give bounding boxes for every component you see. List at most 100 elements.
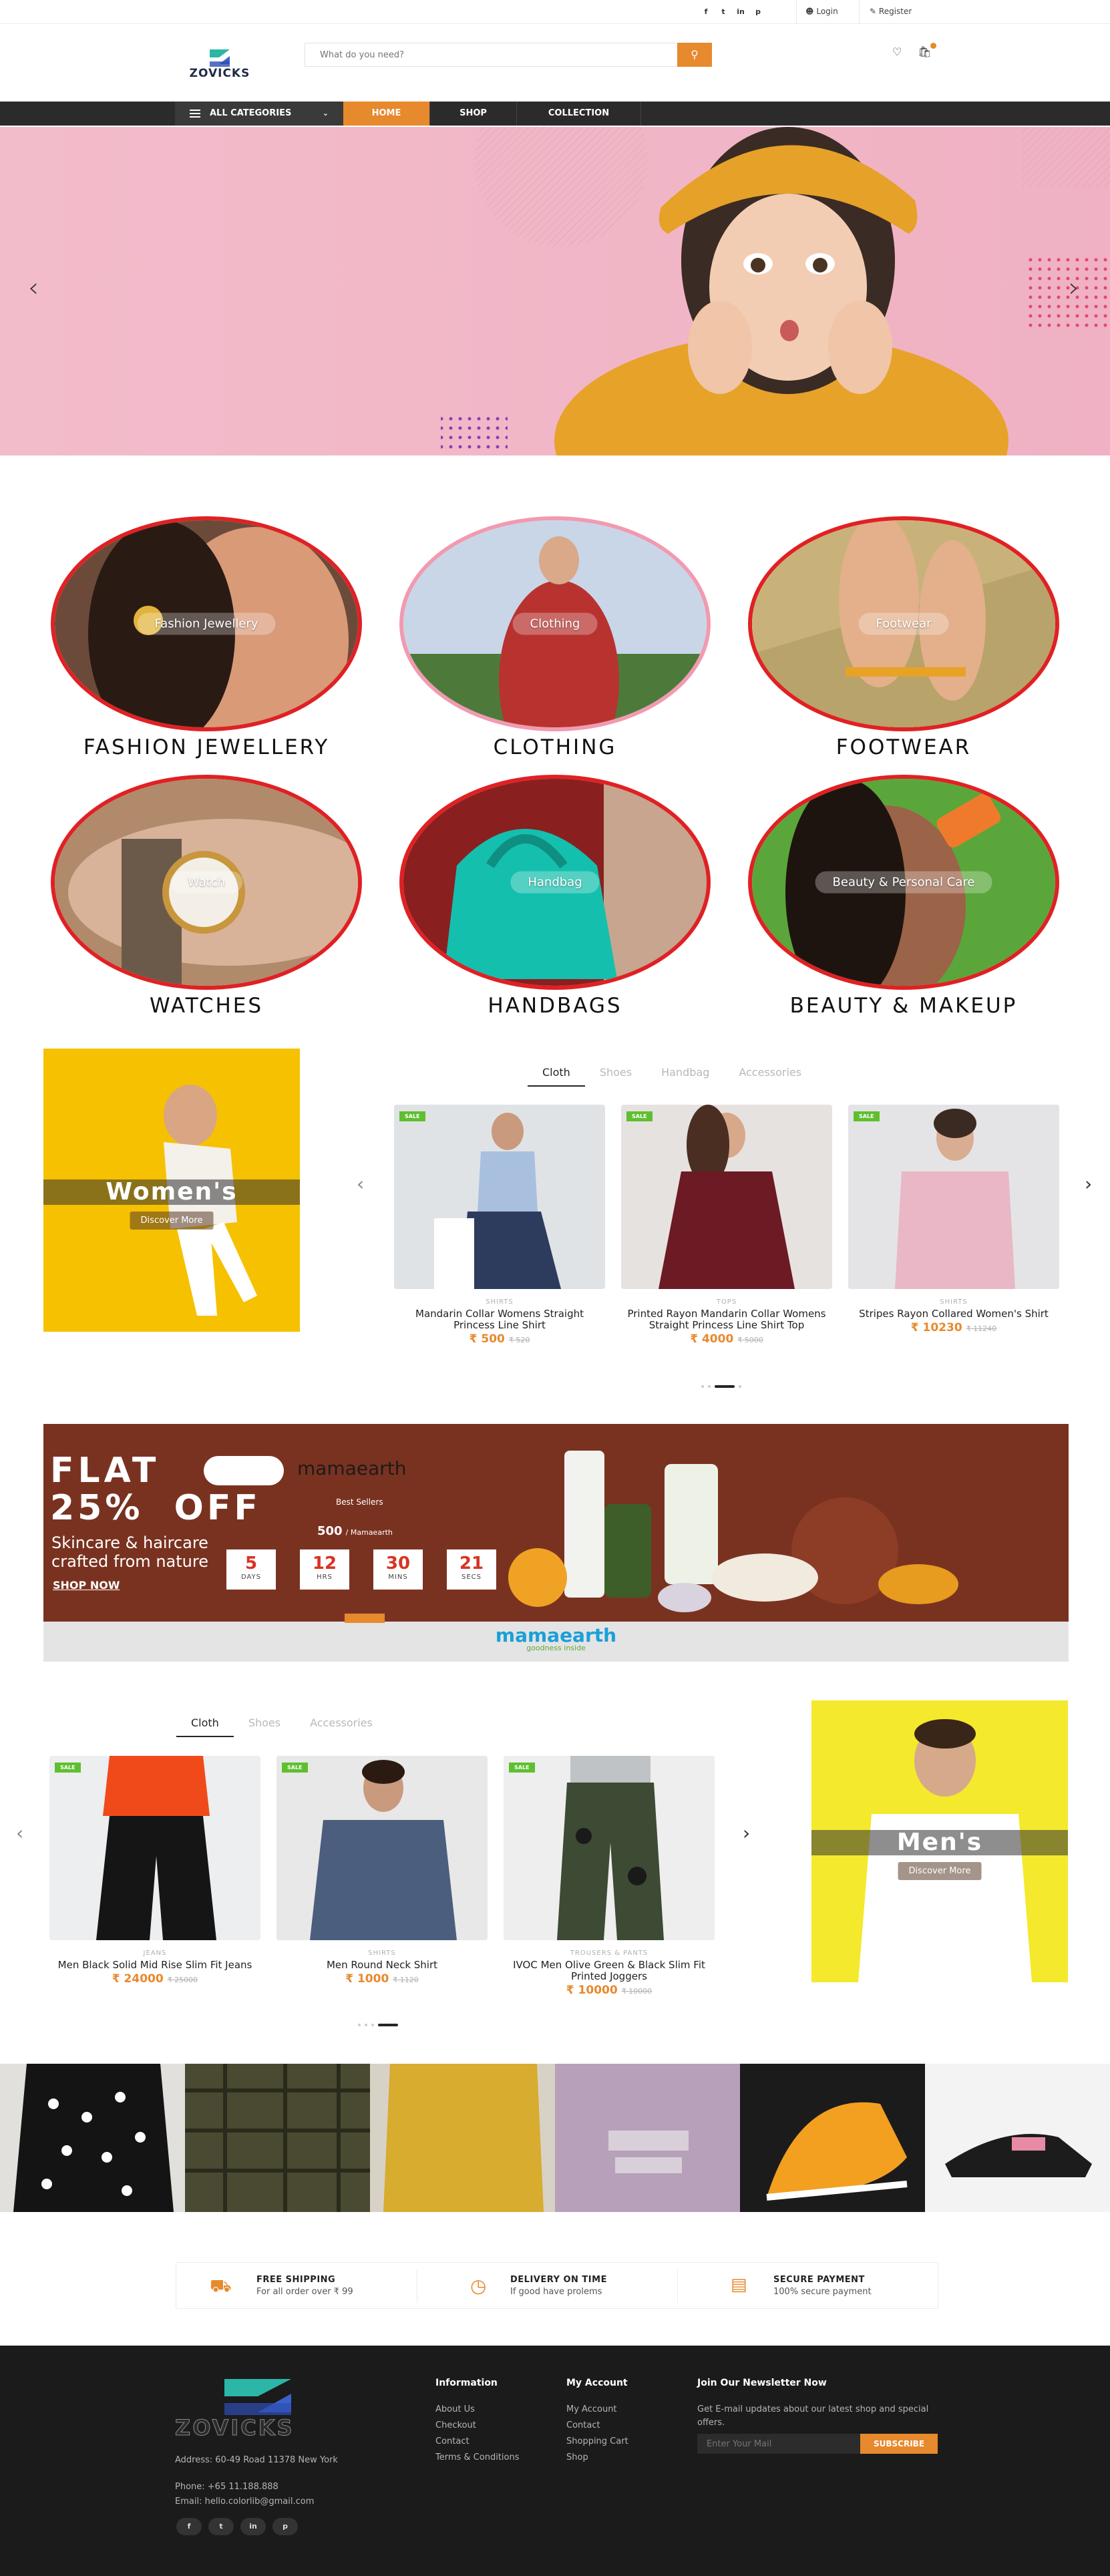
service-secure-payment: ▤ SECURE PAYMENT 100% secure payment: [731, 2263, 924, 2310]
category-fashion-jewellery[interactable]: Fashion Jewellery FASHION JEWELLERY: [51, 516, 362, 759]
footer-link-contact[interactable]: Contact: [435, 2436, 470, 2446]
search-input[interactable]: [305, 43, 679, 66]
product-category: SHIRTS: [940, 1298, 968, 1306]
product-card[interactable]: SALE TOPS Printed Rayon Mandarin Collar …: [621, 1105, 832, 1346]
linkedin-icon[interactable]: in: [733, 5, 748, 19]
men-prev-arrow[interactable]: ‹: [16, 1822, 23, 1844]
footer-link-checkout[interactable]: Checkout: [435, 2420, 476, 2430]
promo-discount: 25% OFF: [50, 1488, 261, 1528]
women-next-arrow[interactable]: ›: [1085, 1173, 1092, 1195]
footer-link-cart[interactable]: Shopping Cart: [566, 2436, 628, 2446]
product-price: ₹ 500 ₹ 520: [394, 1332, 605, 1346]
shop-now-link[interactable]: SHOP NOW: [53, 1579, 120, 1592]
tab-cloth[interactable]: Cloth: [176, 1716, 234, 1737]
product-category: SHIRTS: [368, 1950, 396, 1957]
facebook-icon[interactable]: f: [699, 5, 713, 19]
pinterest-icon[interactable]: p: [272, 2518, 298, 2535]
category-label: Fashion Jewellery: [137, 612, 276, 635]
footer-email[interactable]: Email: hello.colorlib@gmail.com: [175, 2497, 314, 2507]
footer-link-about[interactable]: About Us: [435, 2404, 475, 2414]
search-button[interactable]: ⚲: [677, 43, 712, 67]
women-banner[interactable]: Women's Discover More: [43, 1049, 300, 1332]
men-banner[interactable]: Men's Discover More: [811, 1700, 1068, 1982]
nav-home[interactable]: HOME: [343, 102, 430, 126]
linkedin-icon[interactable]: in: [240, 2518, 266, 2535]
facebook-icon[interactable]: f: [176, 2518, 202, 2535]
category-label: Clothing: [512, 612, 598, 635]
pinterest-icon[interactable]: p: [751, 5, 765, 19]
product-image: SALE: [49, 1756, 260, 1940]
product-price: ₹ 10230 ₹ 11240: [848, 1321, 1059, 1334]
product-card[interactable]: SALE SHIRTS Men Round Neck Shirt ₹ 1000 ₹…: [276, 1756, 488, 1986]
product-card[interactable]: SALE JEANS Men Black Solid Mid Rise Slim…: [49, 1756, 260, 1986]
men-next-arrow[interactable]: ›: [743, 1822, 750, 1844]
women-discover-button[interactable]: Discover More: [130, 1212, 214, 1230]
all-categories-dropdown[interactable]: ALL CATEGORIES ⌄: [175, 102, 343, 126]
category-watches[interactable]: Watch WATCHES: [51, 775, 362, 1018]
product-name[interactable]: Mandarin Collar Womens Straight Princess…: [394, 1308, 605, 1331]
product-name[interactable]: Printed Rayon Mandarin Collar Womens Str…: [621, 1308, 832, 1331]
slider-dot-active[interactable]: [378, 2024, 398, 2026]
women-prev-arrow[interactable]: ‹: [357, 1173, 364, 1195]
twitter-icon[interactable]: t: [716, 5, 731, 19]
footer-link-shop[interactable]: Shop: [566, 2452, 588, 2462]
nav-shop[interactable]: SHOP: [430, 102, 517, 126]
twitter-icon[interactable]: t: [208, 2518, 234, 2535]
tab-handbag[interactable]: Handbag: [646, 1066, 724, 1087]
slider-dot[interactable]: [701, 1385, 704, 1388]
subscribe-button[interactable]: SUBSCRIBE: [860, 2434, 938, 2454]
gallery-image[interactable]: [555, 2064, 740, 2212]
footer-account-title: My Account: [566, 2378, 628, 2388]
tab-accessories[interactable]: Accessories: [724, 1066, 816, 1087]
slider-dot[interactable]: [371, 2024, 374, 2026]
product-price: ₹ 1000 ₹ 1120: [276, 1972, 488, 1986]
category-clothing[interactable]: Clothing CLOTHING: [399, 516, 711, 759]
footer-logo[interactable]: ZOVICKS: [175, 2376, 349, 2441]
product-card[interactable]: SALE SHIRTS Stripes Rayon Collared Women…: [848, 1105, 1059, 1334]
gallery-image[interactable]: [740, 2064, 925, 2212]
gallery-image[interactable]: [185, 2064, 370, 2212]
site-logo[interactable]: ZOVICKS: [175, 47, 264, 81]
gallery-image[interactable]: [370, 2064, 555, 2212]
login-link[interactable]: ☻ Login: [805, 7, 838, 16]
tab-shoes[interactable]: Shoes: [234, 1716, 295, 1737]
product-name[interactable]: Men Round Neck Shirt: [276, 1960, 488, 1971]
clock-icon: ◷: [470, 2275, 487, 2297]
promo-subtitle-2: crafted from nature: [51, 1552, 208, 1571]
tab-accessories[interactable]: Accessories: [295, 1716, 387, 1737]
footer-link-contact[interactable]: Contact: [566, 2420, 600, 2430]
category-image: Handbag: [399, 775, 711, 990]
register-link[interactable]: ✎ Register: [870, 7, 912, 16]
slider-dot[interactable]: [739, 1385, 741, 1388]
footer-link-my-account[interactable]: My Account: [566, 2404, 617, 2414]
slider-dot[interactable]: [365, 2024, 367, 2026]
footer-address: Address: 60-49 Road 11378 New York: [175, 2455, 338, 2465]
hero-next-arrow[interactable]: ›: [1069, 272, 1079, 303]
slider-dot-active[interactable]: [715, 1385, 735, 1388]
product-card[interactable]: SALE SHIRTS Mandarin Collar Womens Strai…: [394, 1105, 605, 1346]
price: ₹ 10000: [566, 1984, 618, 1997]
nav-collection[interactable]: COLLECTION: [517, 102, 641, 126]
footer-link-terms[interactable]: Terms & Conditions: [435, 2452, 520, 2462]
category-label: Handbag: [510, 871, 600, 894]
category-handbags[interactable]: Handbag HANDBAGS: [399, 775, 711, 1018]
slider-dot[interactable]: [358, 2024, 361, 2026]
tab-shoes[interactable]: Shoes: [585, 1066, 646, 1087]
divider: [677, 2269, 678, 2303]
slider-dot[interactable]: [708, 1385, 711, 1388]
category-footwear[interactable]: Footwear FOOTWEAR: [748, 516, 1059, 759]
product-name[interactable]: Stripes Rayon Collared Women's Shirt: [848, 1308, 1059, 1320]
gallery-image[interactable]: [925, 2064, 1110, 2212]
men-discover-button[interactable]: Discover More: [898, 1862, 982, 1880]
product-name[interactable]: Men Black Solid Mid Rise Slim Fit Jeans: [49, 1960, 260, 1971]
product-card[interactable]: SALE TROUSERS & PANTS IVOC Men Olive Gre…: [504, 1756, 715, 1997]
product-name[interactable]: IVOC Men Olive Green & Black Slim Fit Pr…: [504, 1960, 715, 1982]
category-beauty-makeup[interactable]: Beauty & Personal Care BEAUTY & MAKEUP: [748, 775, 1059, 1018]
heart-icon[interactable]: ♡: [892, 45, 902, 58]
gallery-image[interactable]: [0, 2064, 185, 2212]
newsletter-email-input[interactable]: [697, 2434, 860, 2454]
bag-icon[interactable]: 🛍: [918, 43, 936, 58]
product-image: SALE: [276, 1756, 488, 1940]
hero-prev-arrow[interactable]: ‹: [28, 272, 39, 303]
tab-cloth[interactable]: Cloth: [528, 1066, 585, 1087]
